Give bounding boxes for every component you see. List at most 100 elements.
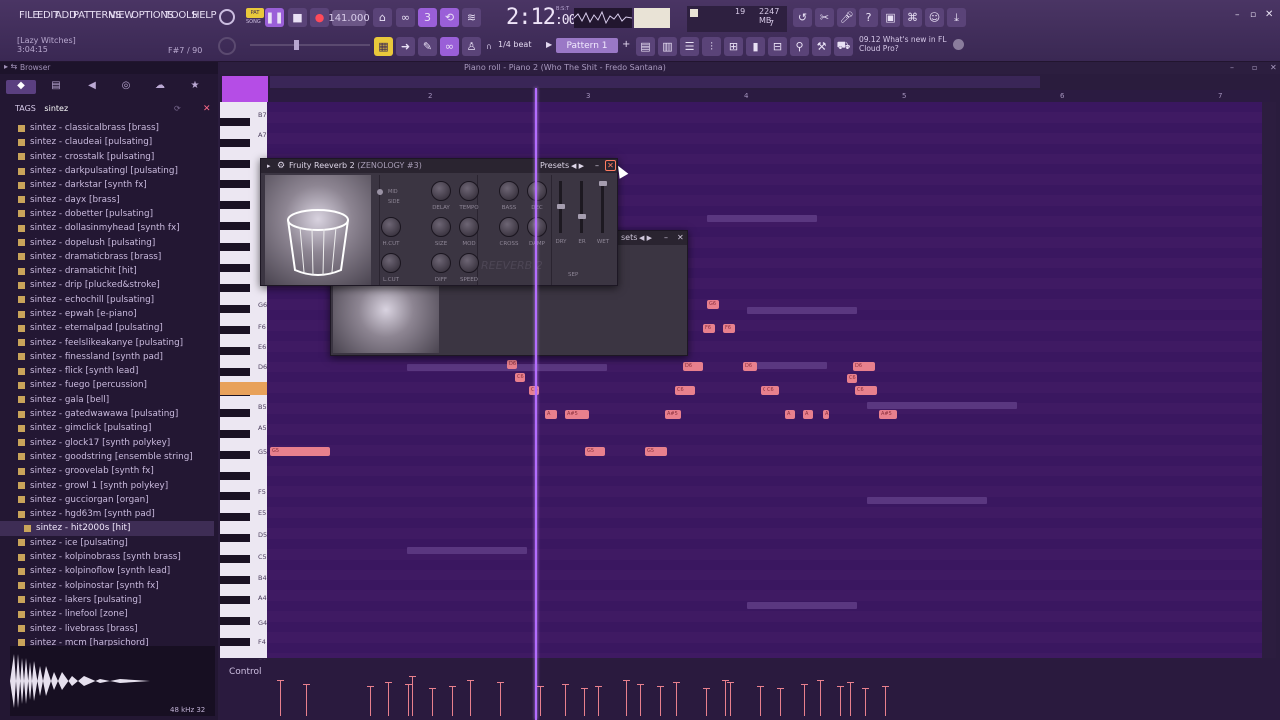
velocity-bar[interactable] bbox=[730, 682, 731, 716]
velocity-bar[interactable] bbox=[885, 686, 886, 716]
reverb-knob[interactable] bbox=[499, 181, 519, 201]
velocity-cap[interactable] bbox=[303, 684, 310, 685]
browser-item[interactable]: sintez - gimclick [pulsating] bbox=[0, 421, 214, 435]
browser-item[interactable]: sintez - gala [bell] bbox=[0, 393, 214, 407]
note[interactable]: F6 bbox=[703, 324, 715, 333]
velocity-bar[interactable] bbox=[865, 688, 866, 716]
browser-item[interactable]: sintez - echochill [pulsating] bbox=[0, 293, 214, 307]
pattern-selector[interactable]: Pattern 1 bbox=[556, 38, 618, 53]
stop-icon[interactable]: ■ bbox=[288, 8, 307, 27]
velocity-cap[interactable] bbox=[277, 680, 284, 681]
black-key[interactable] bbox=[220, 201, 250, 210]
record-icon[interactable]: ● bbox=[310, 8, 329, 27]
velocity-cap[interactable] bbox=[777, 688, 784, 689]
velocity-bar[interactable] bbox=[540, 686, 541, 716]
black-key[interactable] bbox=[220, 284, 250, 293]
wrench-icon[interactable]: ⚒ bbox=[812, 37, 831, 56]
black-key[interactable] bbox=[220, 346, 250, 355]
velocity-cap[interactable] bbox=[497, 682, 504, 683]
browser-item[interactable]: sintez - flick [synth lead] bbox=[0, 364, 214, 378]
control-lane[interactable] bbox=[220, 660, 1280, 720]
channel-rack-icon[interactable]: ⫶ bbox=[702, 37, 721, 56]
velocity-bar[interactable] bbox=[640, 684, 641, 716]
note[interactable]: C6 bbox=[765, 386, 779, 395]
black-key[interactable] bbox=[220, 575, 250, 584]
black-key[interactable] bbox=[220, 534, 250, 542]
black-key[interactable] bbox=[220, 159, 250, 168]
menu-help[interactable]: HELP bbox=[192, 10, 217, 21]
fader-cap[interactable] bbox=[577, 214, 586, 219]
browser-item[interactable]: sintez - classicalbrass [brass] bbox=[0, 121, 214, 135]
microphone-icon[interactable]: 🎤︎ bbox=[837, 8, 856, 27]
velocity-bar[interactable] bbox=[626, 680, 627, 716]
black-key[interactable] bbox=[220, 305, 250, 314]
stepseq-icon[interactable]: ▥ bbox=[658, 37, 677, 56]
reverb-knob[interactable] bbox=[459, 253, 479, 273]
velocity-bar[interactable] bbox=[598, 686, 599, 716]
note[interactable]: C6 bbox=[855, 386, 877, 395]
velocity-bar[interactable] bbox=[725, 680, 726, 716]
velocity-bar[interactable] bbox=[452, 686, 453, 716]
browser-item[interactable]: sintez - darkstar [synth fx] bbox=[0, 178, 214, 192]
velocity-cap[interactable] bbox=[623, 680, 630, 681]
save-icon[interactable]: ▣ bbox=[881, 8, 900, 27]
cloud-tab-icon[interactable]: ☁ bbox=[152, 80, 168, 94]
news-panel[interactable]: 09.12 What's new in FL Cloud Pro? bbox=[859, 35, 947, 53]
speaker-tab-icon[interactable]: ◀ bbox=[84, 80, 100, 94]
note[interactable]: F6 bbox=[723, 324, 735, 333]
browser-item[interactable]: sintez - fuego [percussion] bbox=[0, 378, 214, 392]
menu-file[interactable]: FILE bbox=[19, 10, 39, 21]
note[interactable]: G5 bbox=[645, 447, 667, 456]
note[interactable]: A bbox=[785, 410, 795, 419]
velocity-bar[interactable] bbox=[412, 676, 413, 716]
reverb-knob[interactable] bbox=[459, 181, 479, 201]
black-key[interactable] bbox=[220, 430, 250, 438]
pr-maximize-icon[interactable]: ▫ bbox=[1252, 62, 1257, 74]
reverb-knob[interactable] bbox=[381, 253, 401, 273]
browser-item[interactable]: sintez - dopelush [pulsating] bbox=[0, 235, 214, 249]
browser-item[interactable]: sintez - dramatichit [hit] bbox=[0, 264, 214, 278]
velocity-bar[interactable] bbox=[565, 684, 566, 716]
browser-item[interactable]: sintez - feelslikeakanye [pulsating] bbox=[0, 335, 214, 349]
velocity-cap[interactable] bbox=[562, 684, 569, 685]
master-volume-knob[interactable] bbox=[219, 9, 235, 25]
note[interactable]: A#5 bbox=[565, 410, 589, 419]
black-key[interactable] bbox=[220, 617, 250, 626]
black-key[interactable] bbox=[220, 180, 250, 189]
browser-item[interactable]: sintez - lakers [pulsating] bbox=[0, 593, 214, 607]
tags-close-icon[interactable]: ✕ bbox=[203, 104, 211, 114]
black-key[interactable] bbox=[220, 492, 250, 501]
wait-icon[interactable]: ∞ bbox=[396, 8, 415, 27]
black-key[interactable] bbox=[220, 242, 250, 251]
reverb-fader[interactable] bbox=[601, 181, 604, 233]
browser-item[interactable]: sintez - livebrass [brass] bbox=[0, 621, 214, 635]
blend-notes-icon[interactable]: ≋ bbox=[462, 8, 481, 27]
black-key[interactable] bbox=[220, 222, 250, 230]
piano-roll-icon[interactable]: ⊞ bbox=[724, 37, 743, 56]
browser-item[interactable]: sintez - finessland [synth pad] bbox=[0, 350, 214, 364]
velocity-bar[interactable] bbox=[820, 680, 821, 716]
globe-icon[interactable] bbox=[953, 39, 964, 50]
velocity-cap[interactable] bbox=[537, 686, 544, 687]
link-icon[interactable]: ∞ bbox=[440, 37, 459, 56]
browser-item[interactable]: sintez - epwah [e-piano] bbox=[0, 307, 214, 321]
browser-item[interactable]: sintez - growl 1 [synth polykey] bbox=[0, 478, 214, 492]
playhead[interactable] bbox=[535, 88, 537, 720]
song-mode-label[interactable]: SONG bbox=[246, 19, 261, 25]
draw-icon[interactable]: ✎ bbox=[418, 37, 437, 56]
velocity-cap[interactable] bbox=[657, 686, 664, 687]
pat-mode-button[interactable]: PAT bbox=[246, 8, 264, 18]
velocity-cap[interactable] bbox=[862, 688, 869, 689]
velocity-bar[interactable] bbox=[470, 680, 471, 716]
browser-item[interactable]: sintez - hit2000s [hit] bbox=[0, 521, 214, 536]
note[interactable]: A#5 bbox=[665, 410, 681, 419]
browser-item[interactable]: sintez - gucciorgan [organ] bbox=[0, 493, 214, 507]
plugin-icon[interactable]: ⌘ bbox=[903, 8, 922, 27]
tags-bar[interactable]: TAGS sintez bbox=[15, 104, 68, 113]
refresh-icon[interactable]: ⟳ bbox=[174, 104, 181, 113]
velocity-bar[interactable] bbox=[850, 682, 851, 716]
cart-icon[interactable]: ⛟ bbox=[834, 37, 853, 56]
note[interactable]: G5 bbox=[270, 447, 330, 456]
velocity-cap[interactable] bbox=[581, 688, 588, 689]
browser-item[interactable]: sintez - ice [pulsating] bbox=[0, 536, 214, 550]
